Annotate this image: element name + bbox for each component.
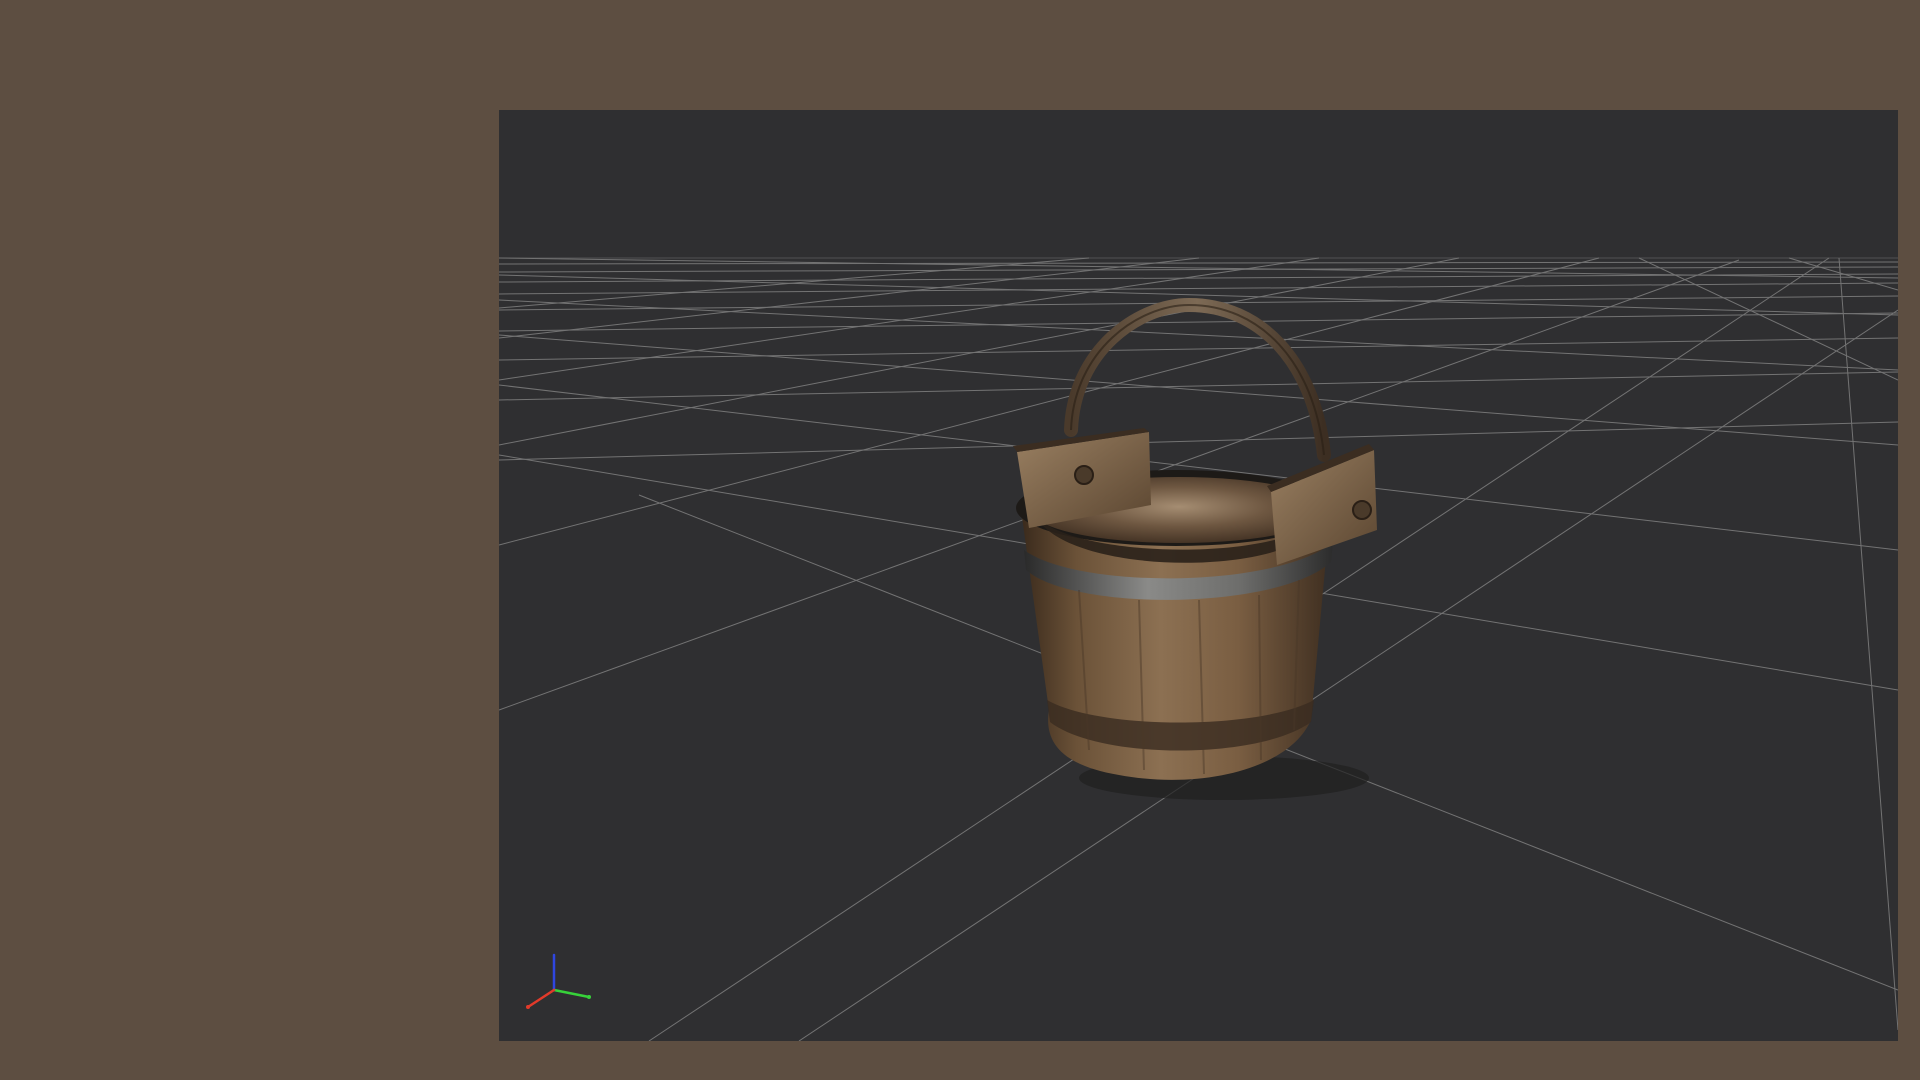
axis-x-icon [526, 988, 556, 1009]
axis-gizmo[interactable] [526, 953, 591, 1009]
axis-y-icon [552, 988, 591, 999]
app-frame [0, 0, 1920, 1080]
3d-viewport[interactable] [499, 110, 1898, 1041]
viewport-canvas[interactable] [499, 110, 1898, 1041]
